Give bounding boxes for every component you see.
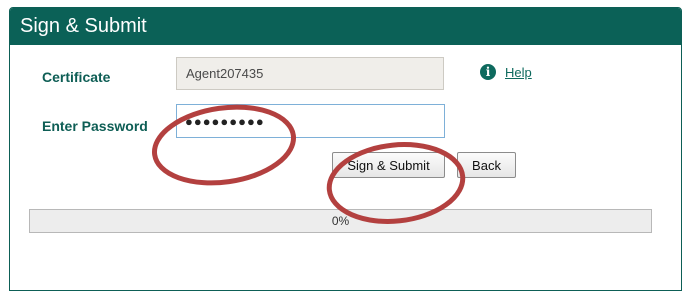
back-button[interactable]: Back xyxy=(457,152,516,178)
sign-submit-button[interactable]: Sign & Submit xyxy=(332,152,445,178)
progress-label: 0% xyxy=(331,214,350,228)
panel-title: Sign & Submit xyxy=(10,8,681,45)
password-label: Enter Password xyxy=(42,118,148,134)
progress-bar: 0% xyxy=(29,209,652,233)
info-icon[interactable]: i xyxy=(480,64,496,80)
help-link[interactable]: Help xyxy=(505,65,532,80)
certificate-field: Agent207435 xyxy=(176,57,444,90)
sign-submit-panel: Sign & Submit xyxy=(9,7,682,291)
certificate-label: Certificate xyxy=(42,69,111,85)
password-input[interactable] xyxy=(176,104,445,138)
